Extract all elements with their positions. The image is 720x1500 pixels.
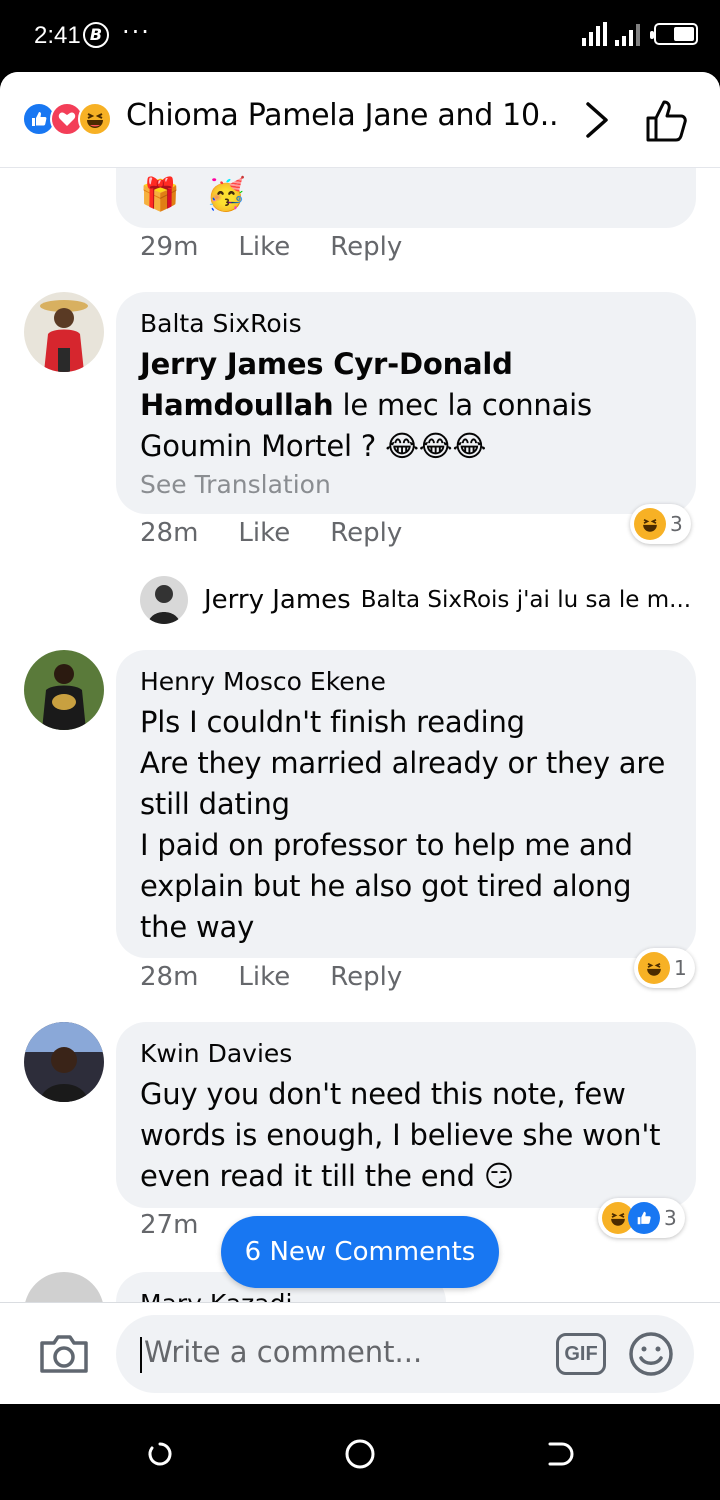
comment-actions: 28m Like Reply <box>140 962 442 992</box>
comment-author[interactable]: Balta SixRois <box>140 308 672 340</box>
comment-text: Jerry James Cyr-Donald Hamdoullah le mec… <box>140 344 672 467</box>
reaction-count: 3 <box>670 512 683 536</box>
status-icons <box>582 22 698 46</box>
comment-time: 27m <box>140 1210 199 1240</box>
new-comments-button[interactable]: 6 New Comments <box>221 1216 499 1288</box>
like-icon <box>628 1202 660 1234</box>
reaction-icons <box>22 102 112 136</box>
b-badge-icon: B <box>83 22 109 48</box>
reaction-count-badge[interactable]: 3 <box>598 1198 685 1238</box>
comment-author[interactable]: Mary Kazadi <box>140 1288 422 1302</box>
comments-screen: Chioma Pamela Jane and 10... 🎁 🥳 29m Lik… <box>0 72 720 1404</box>
comment-bubble[interactable]: 🎁 🥳 <box>116 168 696 228</box>
haha-icon <box>78 102 112 136</box>
comment-author[interactable]: Kwin Davies <box>140 1038 672 1070</box>
haha-icon <box>634 508 666 540</box>
text-cursor <box>140 1337 142 1373</box>
comment-composer: Write a comment... GIF <box>0 1302 720 1404</box>
like-link[interactable]: Like <box>238 232 290 262</box>
reply-author[interactable]: Jerry James <box>204 585 351 615</box>
reactors-title: Chioma Pamela Jane and 10... <box>126 98 556 133</box>
signal-icon <box>582 22 607 46</box>
comment-text: Guy you don't need this note, few words … <box>140 1077 661 1193</box>
more-notifications-icon: ··· <box>122 18 151 46</box>
comment-bubble[interactable]: Balta SixRois Jerry James Cyr-Donald Ham… <box>116 292 696 514</box>
reply-link[interactable]: Reply <box>330 232 402 262</box>
comment-bubble[interactable]: Henry Mosco Ekene Pls I couldn't finish … <box>116 650 696 958</box>
like-link[interactable]: Like <box>238 518 290 548</box>
avatar[interactable] <box>24 650 104 730</box>
reaction-count: 1 <box>674 956 687 980</box>
reply-link[interactable]: Reply <box>330 962 402 992</box>
avatar[interactable] <box>24 1022 104 1102</box>
thumbs-up-icon[interactable] <box>644 98 690 144</box>
reply-preview[interactable]: Jerry James Balta SixRois j'ai lu sa le … <box>140 576 691 624</box>
recents-icon[interactable] <box>144 1438 176 1470</box>
comment-text: Pls I couldn't finish reading Are they m… <box>140 705 666 944</box>
system-nav-bar <box>0 1404 720 1500</box>
comment-time: 29m <box>140 232 199 262</box>
comment-feed[interactable]: 🎁 🥳 29m Like Reply Balta SixRois Jerry J… <box>0 168 720 1302</box>
comment-time: 28m <box>140 962 199 992</box>
emoji-icon[interactable] <box>628 1331 674 1377</box>
comment-bubble[interactable]: Kwin Davies Guy you don't need this note… <box>116 1022 696 1208</box>
reaction-count: 3 <box>664 1206 677 1230</box>
reactions-header[interactable]: Chioma Pamela Jane and 10... <box>0 72 720 168</box>
chevron-right-icon[interactable] <box>582 98 612 142</box>
like-link[interactable]: Like <box>238 962 290 992</box>
back-icon[interactable] <box>544 1438 576 1470</box>
comment-emojis: 🎁 🥳 <box>140 175 254 213</box>
comment-placeholder: Write a comment... <box>144 1335 423 1369</box>
camera-icon[interactable] <box>38 1331 90 1375</box>
haha-icon <box>638 952 670 984</box>
gif-icon[interactable]: GIF <box>556 1333 606 1375</box>
home-icon[interactable] <box>344 1438 376 1470</box>
signal-2-icon <box>615 22 640 46</box>
comment-actions: 28m Like Reply <box>140 518 442 548</box>
clock: 2:41 <box>34 22 81 49</box>
comment-author[interactable]: Henry Mosco Ekene <box>140 666 672 698</box>
comment-actions: 29m Like Reply <box>140 232 442 262</box>
avatar[interactable] <box>24 1272 104 1302</box>
battery-icon <box>650 23 698 45</box>
reply-link[interactable]: Reply <box>330 518 402 548</box>
avatar[interactable] <box>140 576 188 624</box>
comment-input[interactable]: Write a comment... GIF <box>116 1315 694 1393</box>
see-translation-link[interactable]: See Translation <box>140 467 672 503</box>
status-bar: 2:41 B ··· <box>0 0 720 72</box>
reply-text: Balta SixRois j'ai lu sa le m... <box>360 587 692 613</box>
reaction-count-badge[interactable]: 3 <box>630 504 691 544</box>
avatar[interactable] <box>24 292 104 372</box>
comment-time: 28m <box>140 518 199 548</box>
reaction-count-badge[interactable]: 1 <box>634 948 695 988</box>
